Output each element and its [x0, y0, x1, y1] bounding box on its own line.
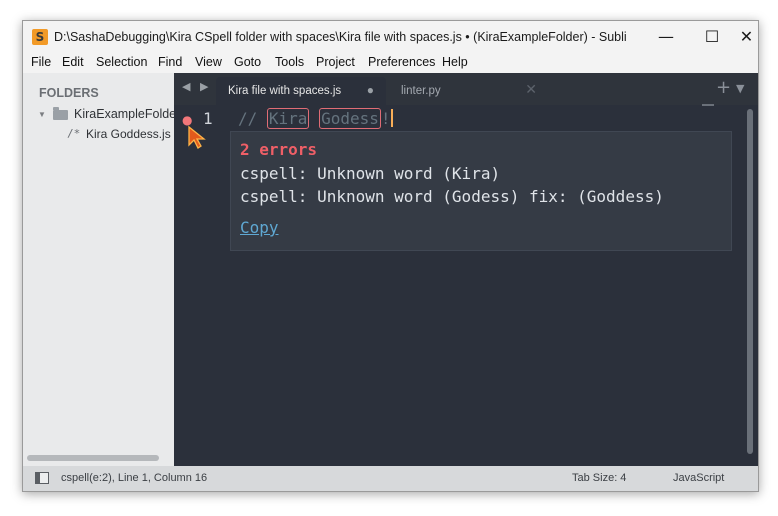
sidebar-file-item[interactable]: Kira Goddess.js	[86, 127, 171, 141]
menu-selection[interactable]: Selection	[96, 55, 147, 69]
minimap[interactable]	[702, 104, 714, 106]
expand-arrow-icon[interactable]: ▼	[38, 110, 46, 119]
code-editor[interactable]: ● 1 // Kira Godess! 2 errors cspell: Unk…	[174, 104, 758, 466]
syntax-selector[interactable]: JavaScript	[673, 472, 724, 484]
error-count: 2 errors	[240, 140, 318, 159]
lint-error-popup: 2 errors cspell: Unknown word (Kira) csp…	[230, 131, 732, 251]
close-button[interactable]: ✕	[735, 21, 758, 53]
menu-tools[interactable]: Tools	[275, 55, 304, 69]
sublime-window: S D:\SashaDebugging\Kira CSpell folder w…	[22, 20, 759, 492]
menu-bar: File Edit Selection Find View Goto Tools…	[23, 53, 758, 73]
tab-label: linter.py	[401, 85, 441, 97]
folder-icon	[53, 107, 68, 120]
mouse-pointer-icon	[188, 125, 206, 149]
menu-goto[interactable]: Goto	[234, 55, 261, 69]
minimize-button[interactable]: —	[643, 21, 689, 53]
text-cursor	[390, 109, 393, 127]
status-position: cspell(e:2), Line 1, Column 16	[61, 472, 208, 484]
misspelled-word[interactable]: Godess	[319, 108, 381, 129]
editor-scrollbar[interactable]	[747, 109, 753, 454]
menu-project[interactable]: Project	[316, 55, 355, 69]
menu-edit[interactable]: Edit	[62, 55, 84, 69]
title-bar: S D:\SashaDebugging\Kira CSpell folder w…	[23, 21, 758, 53]
folders-header: FOLDERS	[39, 86, 99, 100]
modified-dot-icon[interactable]: ●	[367, 83, 374, 97]
status-bar: cspell(e:2), Line 1, Column 16 Tab Size:…	[23, 466, 758, 491]
sublime-logo-icon: S	[32, 29, 48, 45]
tab-kira-file[interactable]: Kira file with spaces.js ●	[216, 77, 386, 105]
tab-bar: ◀ ▶ Kira file with spaces.js ● linter.py…	[174, 73, 758, 105]
misspelled-word[interactable]: Kira	[266, 108, 310, 129]
close-tab-icon[interactable]: ✕	[525, 81, 537, 98]
sidebar-scrollbar[interactable]	[27, 455, 159, 461]
comment-suffix: !	[380, 109, 391, 128]
menu-file[interactable]: File	[31, 55, 51, 69]
error-message: cspell: Unknown word (Godess) fix: (Godd…	[240, 187, 664, 206]
tab-size-selector[interactable]: Tab Size: 4	[572, 472, 626, 484]
tab-label: Kira file with spaces.js	[228, 85, 342, 97]
tab-nav-arrows-icon[interactable]: ◀ ▶	[182, 80, 211, 93]
menu-view[interactable]: View	[195, 55, 222, 69]
code-line[interactable]: // Kira Godess!	[238, 108, 393, 129]
sidebar-folder-item[interactable]: KiraExampleFolder	[74, 107, 180, 121]
copy-link[interactable]: Copy	[240, 218, 279, 237]
menu-find[interactable]: Find	[158, 55, 182, 69]
sidebar-toggle-icon[interactable]	[35, 472, 49, 484]
maximize-button[interactable]: ☐	[689, 21, 735, 53]
comment-prefix: //	[238, 109, 267, 128]
tab-linter[interactable]: linter.py ✕	[389, 77, 549, 105]
file-comment-icon: /*	[67, 127, 81, 140]
window-title: D:\SashaDebugging\Kira CSpell folder wit…	[54, 30, 627, 44]
tab-list-chevron-icon[interactable]: ▼	[736, 82, 744, 95]
new-tab-button[interactable]: +	[716, 77, 731, 98]
sidebar: FOLDERS ▼ KiraExampleFolder /* Kira Godd…	[23, 73, 180, 466]
menu-help[interactable]: Help	[442, 55, 468, 69]
error-message: cspell: Unknown word (Kira)	[240, 164, 501, 183]
menu-preferences[interactable]: Preferences	[368, 55, 435, 69]
